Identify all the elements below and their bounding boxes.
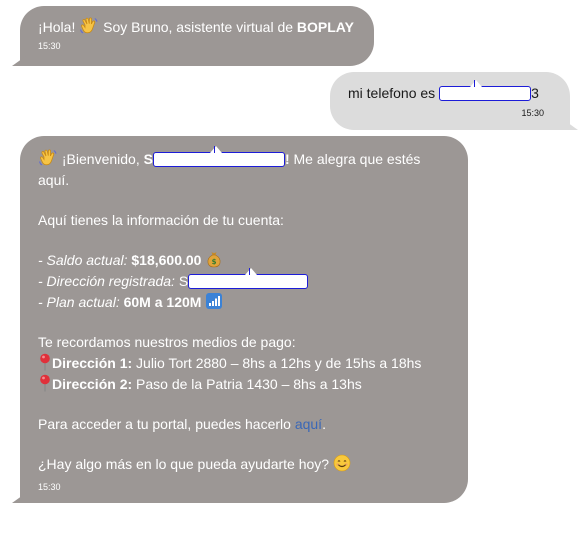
smiling-face-icon [333, 454, 351, 472]
round-pushpin-icon [38, 374, 52, 392]
message-timestamp: 15:30 [521, 108, 544, 118]
redaction-notch-line [213, 146, 215, 153]
redaction-notch-line [249, 268, 251, 275]
address-line: - Dirección registrada: S [38, 268, 448, 292]
signal-bars-icon [205, 292, 223, 310]
redaction-notch [245, 268, 258, 275]
portal-line: Para acceder a tu portal, puedes hacerlo… [38, 416, 326, 432]
money-bag-icon: $ [205, 250, 223, 268]
closing-question: ¿Hay algo más en lo que pueda ayudarte h… [38, 454, 448, 475]
user-message-phone: mi telefono es 3 15:30 [330, 72, 578, 130]
bubble-tail [564, 120, 578, 130]
payment-address-2: Dirección 2: Paso de la Patria 1430 – 8h… [38, 374, 448, 395]
redacted-customer-name [152, 146, 285, 167]
message-text: ¡Hola! Soy Bruno, asistente virtual de B… [38, 16, 354, 36]
chat-thread: ¡Hola! Soy Bruno, asistente virtual de B… [0, 0, 578, 538]
payment-address-1: Dirección 1: Julio Tort 2880 – 8hs a 12h… [38, 353, 448, 374]
payment-intro: Te recordamos nuestros medios de pago: [38, 334, 296, 350]
plan-value: 60M a 120M [123, 294, 202, 310]
balance-line: - Saldo actual: $18,600.00 $ [38, 250, 448, 271]
balance-value: $18,600.00 [131, 252, 202, 268]
welcome-line-2: aquí. [38, 172, 70, 188]
message-timestamp: 15:30 [38, 41, 61, 51]
redaction-notch [209, 146, 222, 153]
round-pushpin-icon [38, 353, 52, 371]
redaction-notch-line [474, 80, 476, 87]
bot-message-account-info: ¡Bienvenido, S! Me alegra que estés aquí… [12, 136, 468, 503]
bubble-tail [12, 493, 26, 503]
bubble-tail [12, 56, 26, 66]
redacted-address [188, 268, 309, 289]
bot-message-greeting: ¡Hola! Soy Bruno, asistente virtual de B… [12, 6, 374, 66]
info-intro: Aquí tienes la información de tu cuenta: [38, 212, 284, 228]
welcome-line: ¡Bienvenido, S! Me alegra que estés [38, 146, 448, 170]
redacted-phone-number [439, 80, 532, 101]
waving-hand-icon [79, 16, 99, 36]
waving-hand-icon [38, 148, 58, 168]
plan-line: - Plan actual: 60M a 120M [38, 292, 448, 313]
portal-link[interactable]: aquí [295, 416, 322, 432]
brand-name: BOPLAY [296, 19, 354, 35]
svg-text:$: $ [212, 258, 217, 266]
redaction-notch [470, 80, 483, 87]
message-text: mi telefono es 3 [348, 80, 539, 101]
message-timestamp: 15:30 [38, 482, 61, 492]
